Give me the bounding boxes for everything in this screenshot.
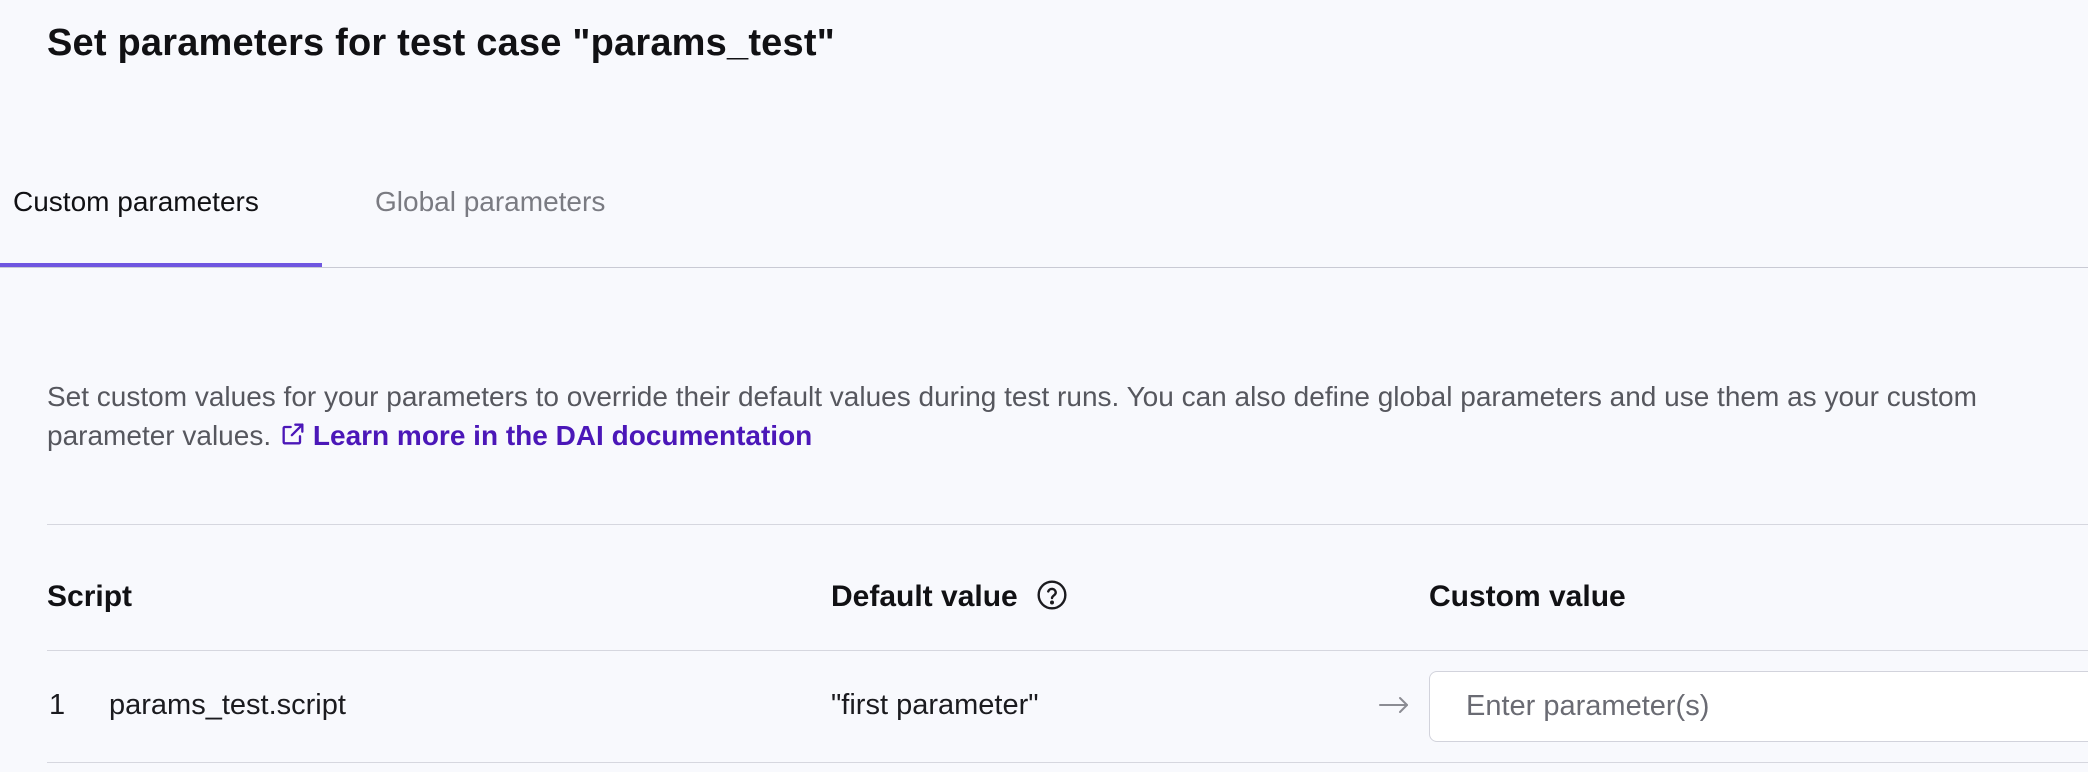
tab-custom-parameters[interactable]: Custom parameters (0, 168, 322, 268)
column-header-default-value-label: Default value (831, 580, 1018, 613)
tabs-divider (0, 267, 2088, 268)
tab-bar: Custom parameters Global parameters (0, 168, 2088, 268)
tab-global-parameters-label: Global parameters (375, 186, 606, 217)
tab-global-parameters[interactable]: Global parameters (375, 168, 675, 268)
row-index: 1 (49, 689, 66, 721)
row-default-value: "first parameter" (831, 689, 1039, 721)
external-link-icon (282, 423, 304, 445)
documentation-link-label: Learn more in the DAI documentation (312, 420, 813, 451)
right-arrow-icon (1379, 697, 1408, 713)
custom-value-input[interactable] (1429, 671, 2088, 742)
page-title: Set parameters for test case "params_tes… (47, 22, 835, 64)
documentation-link[interactable]: Learn more in the DAI documentation (279, 420, 812, 451)
header-row-divider (47, 650, 2088, 651)
row-script-name: params_test.script (109, 689, 346, 721)
question-circle-icon[interactable] (1036, 579, 1068, 611)
row-bottom-divider (47, 762, 2088, 763)
column-header-default-value: Default value (831, 576, 1068, 618)
description: Set custom values for your parameters to… (47, 377, 2088, 455)
section-divider (47, 524, 2088, 525)
column-header-custom-value: Custom value (1429, 580, 1626, 613)
column-header-script: Script (47, 580, 133, 613)
tab-custom-parameters-label: Custom parameters (13, 186, 259, 217)
